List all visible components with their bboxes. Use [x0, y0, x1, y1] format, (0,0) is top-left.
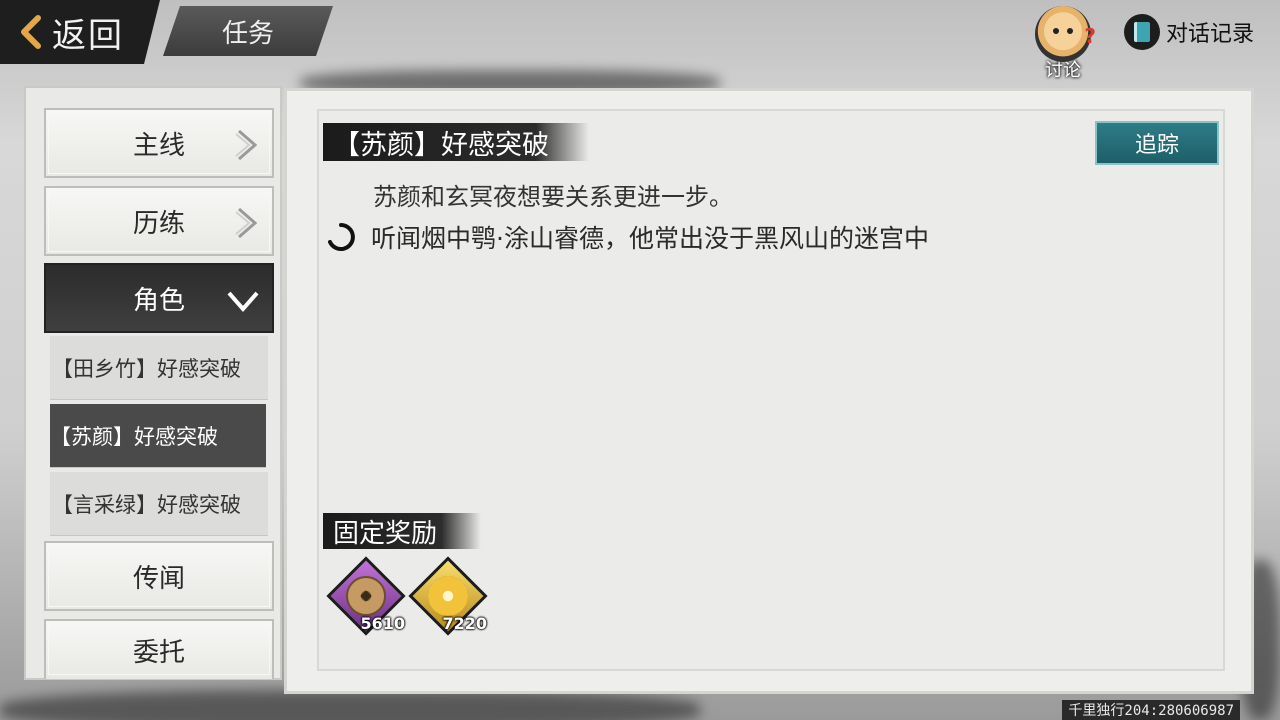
quest-detail-panel: 【苏颜】好感突破 追踪 苏颜和玄冥夜想要关系更进一步。 听闻烟中鹗·涂山睿德，他…	[284, 88, 1254, 694]
nav-training-label: 历练	[132, 208, 185, 239]
reward-section-title: 固定奖励	[323, 513, 482, 549]
nav-commission[interactable]: 委托	[44, 619, 274, 679]
back-arrow-icon	[21, 15, 41, 49]
chevron-down-icon	[227, 291, 259, 313]
quest-objective-text: 听闻烟中鹗·涂山睿德，他常出没于黑风山的迷宫中	[371, 224, 929, 253]
nav-character-label: 角色	[132, 285, 185, 316]
page-title: 任务	[163, 6, 333, 56]
reward-count: 7220	[442, 614, 487, 633]
chevron-right-icon	[235, 129, 258, 161]
nav-commission-label: 委托	[132, 637, 185, 668]
quest-description: 苏颜和玄冥夜想要关系更进一步。	[373, 183, 733, 211]
sub-item-label: 【苏颜】好感突破	[50, 424, 218, 449]
user-id-watermark: 千里独行204:280606987	[1062, 700, 1240, 720]
question-mark-icon: ?	[1084, 24, 1096, 48]
gold-lotus-icon	[428, 576, 468, 616]
book-icon	[1124, 14, 1160, 50]
sub-item-label: 【言采绿】好感突破	[52, 492, 241, 517]
sub-item-label: 【田乡竹】好感突破	[52, 356, 241, 381]
nav-character[interactable]: 角色	[44, 263, 274, 333]
back-button[interactable]: 返回	[0, 0, 160, 64]
nav-training[interactable]: 历练	[44, 186, 274, 256]
track-button-label: 追踪	[1134, 133, 1179, 158]
reward-item-coin[interactable]: 5610	[326, 556, 406, 636]
dialog-log-label: 对话记录	[1166, 22, 1255, 47]
sub-item-yan-cailu[interactable]: 【言采绿】好感突破	[50, 472, 268, 536]
sub-item-tian-xiangzhu[interactable]: 【田乡竹】好感突破	[50, 336, 268, 400]
dialog-log-button[interactable]: 对话记录	[1118, 10, 1268, 54]
quest-objective: 听闻烟中鹗·涂山睿德，他常出没于黑风山的迷宫中	[325, 219, 929, 255]
track-button[interactable]: 追踪	[1095, 121, 1219, 165]
page-title-text: 任务	[221, 18, 274, 49]
dog-avatar-icon	[1035, 6, 1091, 62]
nav-main-line[interactable]: 主线	[44, 108, 274, 178]
discuss-button[interactable]: ? 讨论	[1024, 6, 1102, 84]
nav-rumor-label: 传闻	[132, 563, 185, 594]
sub-item-su-yan[interactable]: 【苏颜】好感突破	[50, 404, 266, 468]
nav-rumor[interactable]: 传闻	[44, 541, 274, 611]
quest-category-sidebar: 主线 历练 角色 【田乡竹】好感突破 【苏颜】好感突破 【言采绿】好感突破 传闻…	[24, 86, 282, 680]
back-label: 返回	[52, 15, 124, 56]
reward-section-title-text: 固定奖励	[333, 518, 438, 549]
in-progress-ring-icon	[328, 223, 355, 251]
reward-item-gold[interactable]: 7220	[408, 556, 488, 636]
copper-coin-icon	[346, 576, 386, 616]
quest-title: 【苏颜】好感突破	[323, 123, 589, 161]
reward-count: 5610	[360, 614, 405, 633]
quest-title-text: 【苏颜】好感突破	[333, 129, 549, 161]
nav-main-line-label: 主线	[132, 130, 185, 161]
chevron-right-icon	[235, 207, 258, 239]
